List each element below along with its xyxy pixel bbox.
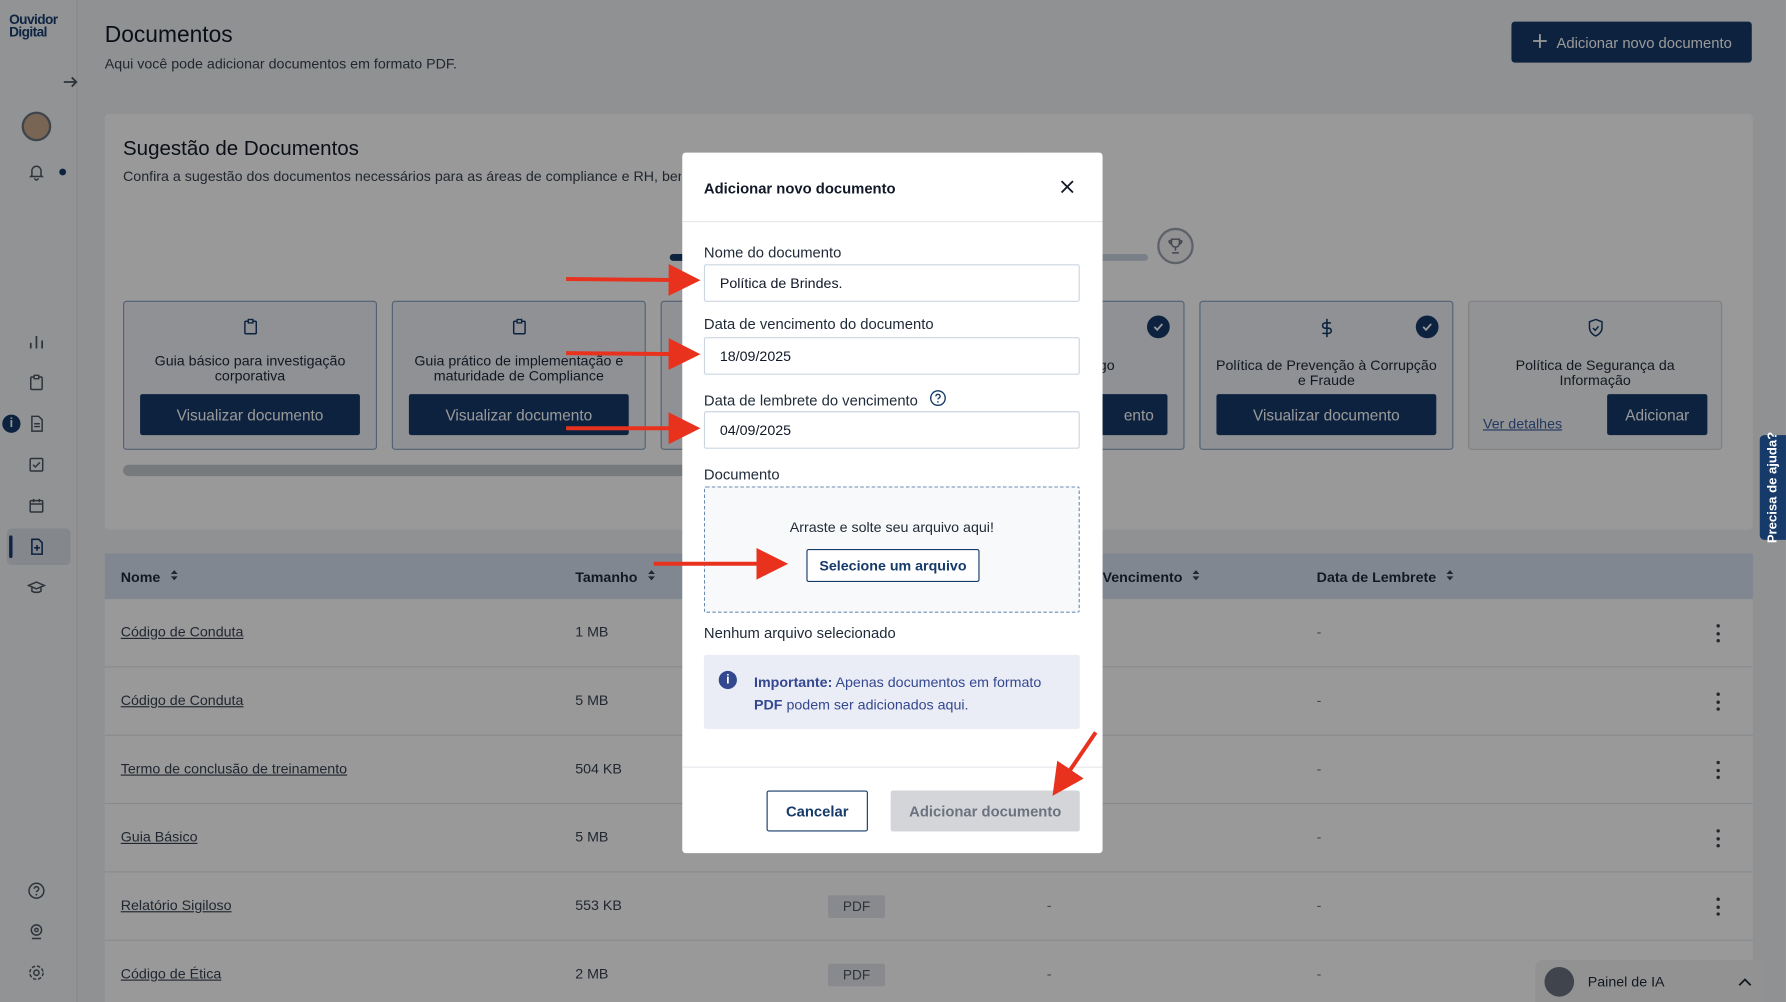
name-label: Nome do documento bbox=[703, 243, 842, 261]
modal-title: Adicionar novo documento bbox=[703, 179, 896, 198]
reminder-date-input[interactable] bbox=[703, 411, 1080, 449]
add-document-modal: Adicionar novo documento Nome do documen… bbox=[682, 152, 1103, 854]
modal-footer-divider bbox=[682, 766, 1103, 768]
info-message: Importante: Apenas documentos em formato… bbox=[754, 674, 1042, 714]
no-file-selected-text: Nenhum arquivo selecionado bbox=[703, 624, 896, 642]
add-document-button[interactable]: Adicionar documento bbox=[890, 790, 1080, 832]
close-icon[interactable] bbox=[1058, 178, 1076, 196]
info-icon: i bbox=[718, 670, 737, 690]
select-file-button[interactable]: Selecione um arquivo bbox=[806, 548, 980, 583]
help-tab[interactable]: Precisa de ajuda? bbox=[1759, 432, 1786, 543]
due-date-input[interactable] bbox=[703, 337, 1080, 375]
dropzone-text: Arraste e solte seu arquivo aqui! bbox=[789, 519, 994, 536]
document-label: Documento bbox=[703, 465, 780, 483]
due-date-label: Data de vencimento do documento bbox=[703, 315, 934, 333]
file-dropzone[interactable]: Arraste e solte seu arquivo aqui! Seleci… bbox=[703, 486, 1080, 613]
cancel-button[interactable]: Cancelar bbox=[766, 790, 868, 832]
question-circle-icon[interactable] bbox=[929, 390, 946, 411]
important-info-box: i Importante: Apenas documentos em forma… bbox=[703, 654, 1080, 729]
document-name-input[interactable] bbox=[703, 264, 1080, 302]
reminder-date-label: Data de lembrete do vencimento bbox=[704, 390, 946, 411]
modal-header-divider bbox=[682, 220, 1103, 223]
